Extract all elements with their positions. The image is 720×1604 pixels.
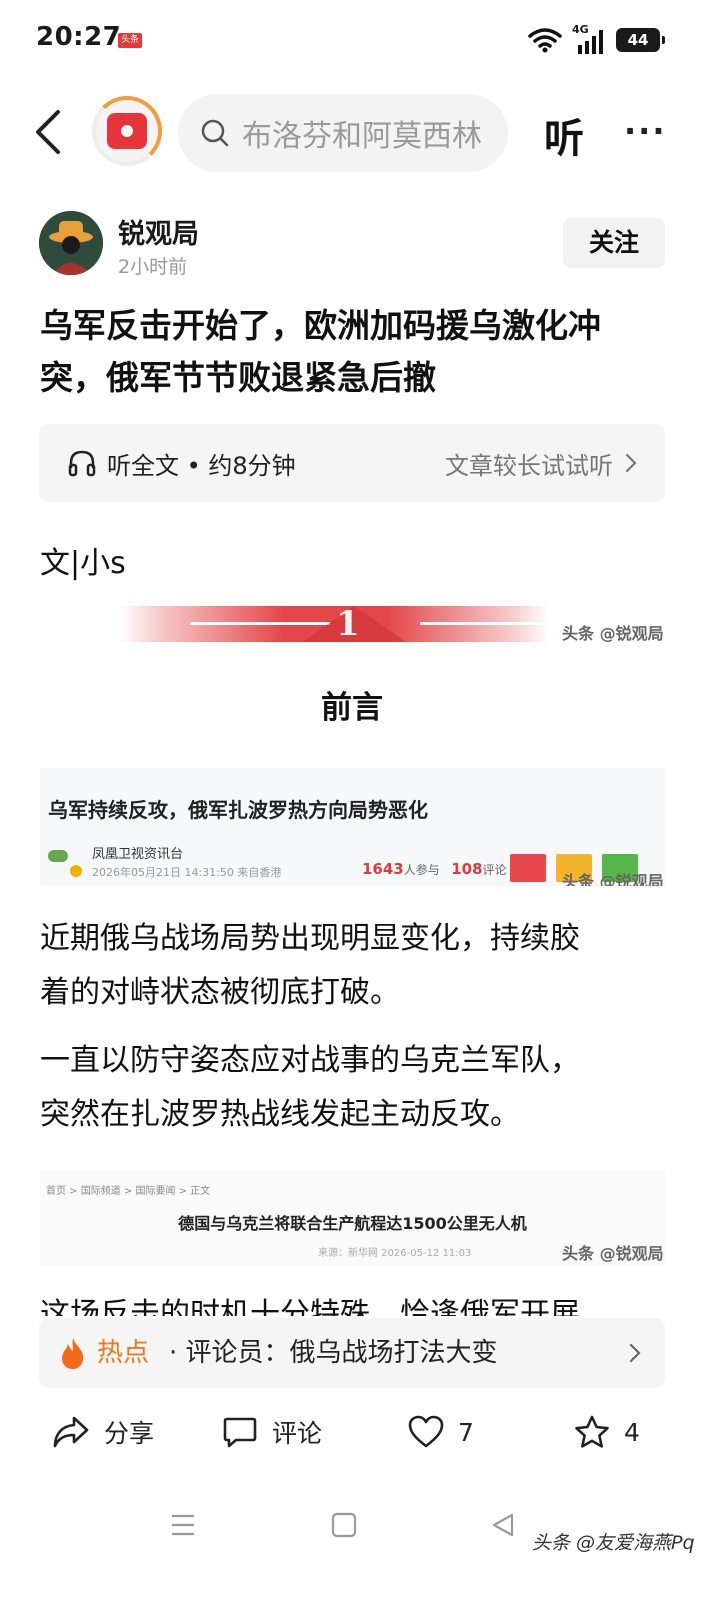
news-screenshot-image[interactable]: 乌军持续反攻，俄军扎波罗热方向局势恶化 凤凰卫视资讯台 2026年05月21日 … <box>40 768 665 886</box>
comments-count: 108 <box>451 860 483 878</box>
back-button[interactable] <box>30 108 70 156</box>
headphones-icon <box>68 450 96 477</box>
home-icon[interactable] <box>331 1512 357 1538</box>
comments-label: 评论 <box>482 863 507 877</box>
source-logo-icon <box>48 850 68 862</box>
like-button[interactable]: 7 <box>408 1406 474 1458</box>
image-watermark: 头条 @锐观局 <box>562 872 664 886</box>
avatar-image <box>39 211 103 275</box>
news-screenshot-image-2[interactable]: 首页 > 国际频道 > 国际要闻 > 正文 德国与乌克兰将联合生产航程达1500… <box>40 1170 665 1266</box>
search-icon <box>201 119 229 147</box>
author-avatar[interactable] <box>39 211 103 275</box>
banner-number: 1 <box>336 606 360 642</box>
article-title-line-2: 突，俄军节节败退紧急后撤 <box>40 358 436 397</box>
verified-icon <box>70 865 82 877</box>
favorite-count: 4 <box>624 1417 640 1447</box>
red-envelope-button[interactable] <box>92 96 162 166</box>
news-card2-meta: 来源：新华网 2026-05-12 11:03 <box>318 1248 472 1259</box>
chevron-right-icon <box>629 1343 641 1363</box>
weibo-share-icon <box>510 854 546 882</box>
image-watermark: 头条 @锐观局 <box>562 624 664 642</box>
search-placeholder: 布洛芬和阿莫西林 <box>242 119 482 154</box>
chevron-right-icon <box>625 453 637 473</box>
news-card2-title: 德国与乌克兰将联合生产航程达1500公里无人机 <box>178 1214 527 1233</box>
paragraph-2-line-1: 一直以防守姿态应对战事的乌克兰军队， <box>40 1043 580 1078</box>
status-bar: 20:27 头条 4G 44 <box>0 0 720 80</box>
article-title: 乌军反击开始了，欧洲加码援乌激化冲 突，俄军节节败退紧急后撤 <box>40 300 680 404</box>
star-icon <box>575 1415 609 1448</box>
app-notification-badge: 头条 <box>118 33 142 48</box>
menu-icon[interactable] <box>170 1512 196 1538</box>
search-bar[interactable]: 布洛芬和阿莫西林 <box>178 94 508 172</box>
red-envelope-icon <box>107 113 147 149</box>
news-card-meta: 2026年05月21日 14:31:50 来自香港 <box>92 866 282 879</box>
listen-suggestion-label: 文章较长试试听 <box>445 451 613 480</box>
news-breadcrumb: 首页 > 国际频道 > 国际要闻 > 正文 <box>46 1186 211 1197</box>
listen-suggestion: 文章较长试试听 <box>445 424 637 502</box>
more-options-button[interactable]: ··· <box>624 112 666 150</box>
wifi-icon <box>528 28 562 53</box>
hot-label: 热点 <box>97 1338 150 1368</box>
article-byline: 文|小s <box>40 546 126 581</box>
post-time: 2小时前 <box>118 256 188 278</box>
participants-label: 人参与 <box>403 863 440 877</box>
listen-full-text: 听全文 • 约8分钟 <box>67 424 296 502</box>
paragraph-2: 一直以防守姿态应对战事的乌克兰军队， 突然在扎波罗热战线发起主动反攻。 <box>40 1034 660 1142</box>
hot-topic-bar[interactable]: 热点 · 评论员：俄乌战场打法大变 <box>39 1318 665 1388</box>
battery-indicator: 44 <box>616 28 665 52</box>
comment-label: 评论 <box>272 1419 323 1448</box>
like-count: 7 <box>458 1417 474 1447</box>
paragraph-1-line-2: 着的对峙状态被彻底打破。 <box>40 975 400 1010</box>
status-icons: 4G 44 <box>528 23 665 56</box>
listen-full-text-bar[interactable]: 听全文 • 约8分钟 文章较长试试听 <box>39 424 665 502</box>
news-card-source: 凤凰卫视资讯台 <box>92 847 184 862</box>
bottom-watermark: 头条 @友爱海燕Pq <box>532 1532 695 1554</box>
paragraph-1-line-1: 近期俄乌战场局势出现明显变化，持续胶 <box>40 921 580 956</box>
cell-signal-icon: 4G <box>572 23 606 55</box>
listen-duration-label: 听全文 • 约8分钟 <box>107 451 296 480</box>
favorite-button[interactable]: 4 <box>574 1406 640 1458</box>
comment-button[interactable]: 评论 <box>222 1406 322 1458</box>
back-nav-icon[interactable] <box>490 1512 516 1538</box>
paragraph-3-line-1: 这场反击的时机十分特殊，恰逢俄军开展 <box>40 1297 580 1316</box>
status-time: 20:27 <box>36 22 122 52</box>
share-icon <box>53 1416 89 1448</box>
chevron-left-icon <box>36 110 60 154</box>
top-nav: 布洛芬和阿莫西林 听 ··· <box>0 90 720 174</box>
author-name[interactable]: 锐观局 <box>118 212 199 251</box>
participants-count: 1643 <box>362 860 404 878</box>
share-button[interactable]: 分享 <box>52 1406 154 1458</box>
article-title-line-1: 乌军反击开始了，欧洲加码援乌激化冲 <box>40 306 601 345</box>
image-watermark: 头条 @锐观局 <box>562 1244 664 1263</box>
banner-line-right <box>420 622 550 625</box>
paragraph-3-clipped: 这场反击的时机十分特殊，恰逢俄军开展 <box>40 1288 680 1316</box>
section-heading: 前言 <box>321 690 383 726</box>
share-label: 分享 <box>104 1419 155 1448</box>
paragraph-2-line-2: 突然在扎波罗热战线发起主动反攻。 <box>40 1097 520 1132</box>
listen-button[interactable]: 听 <box>544 106 584 164</box>
hot-topic-text: · 评论员：俄乌战场打法大变 <box>169 1338 498 1368</box>
paragraph-1: 近期俄乌战场局势出现明显变化，持续胶 着的对峙状态被彻底打破。 <box>40 912 660 1020</box>
section-banner: 1 头条 @锐观局 <box>40 606 665 642</box>
news-card-stats: 1643人参与 108评论 <box>362 860 507 878</box>
comment-icon <box>223 1417 257 1448</box>
heart-icon <box>408 1415 444 1448</box>
follow-button[interactable]: 关注 <box>563 218 665 268</box>
flame-icon <box>62 1338 84 1369</box>
news-card-title: 乌军持续反攻，俄军扎波罗热方向局势恶化 <box>48 798 428 822</box>
